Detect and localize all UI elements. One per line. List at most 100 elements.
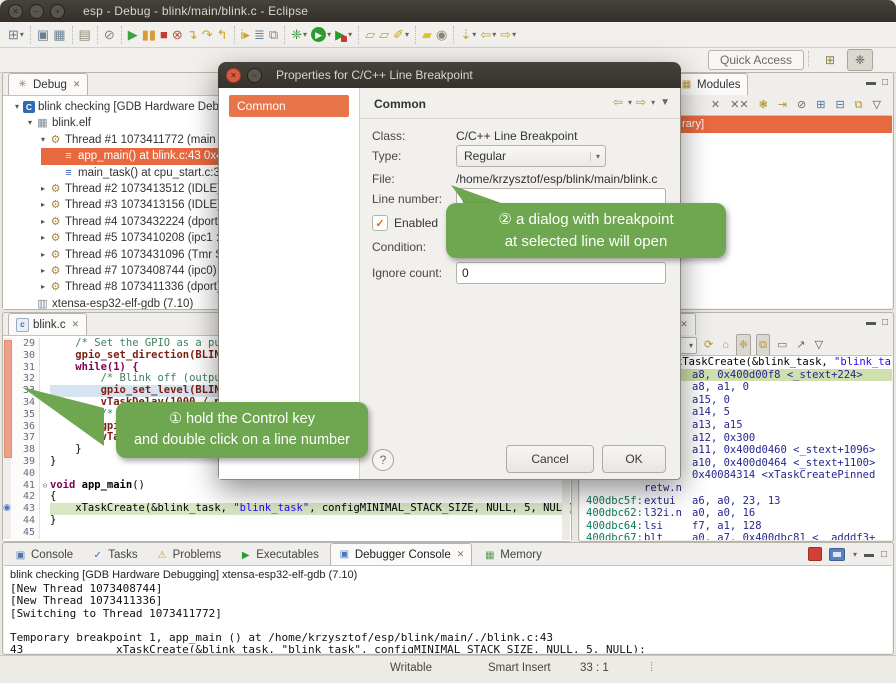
open-perspective-button[interactable]: ⊞ [818,50,842,70]
home-button[interactable]: ⌂ [720,335,731,355]
tab-console[interactable]: ▣Console [7,545,80,565]
terminate-button[interactable]: ■ [158,25,170,45]
tab-executables[interactable]: ▶Executables [232,545,326,565]
resume-button[interactable]: ▶ [126,25,140,45]
build-button[interactable]: ▤ [77,25,93,45]
modules-selected-row[interactable]: rary] [668,116,892,133]
tree-expand-icon[interactable]: ▸ [37,230,49,246]
debug-perspective-button[interactable]: ❈ [847,49,873,71]
trace-control-button[interactable]: ⧉ [267,25,280,45]
disassembly-row[interactable]: 400dbc62:l32i.na0, a0, 16 [580,507,892,520]
external-tools-button[interactable]: ▶▾ [333,25,354,45]
breakpoint-icon[interactable]: ◉ [3,502,11,513]
chevron-down-icon[interactable]: ▾ [689,341,693,350]
forward-button[interactable]: ⇨▾ [498,25,518,45]
view-menu-button[interactable]: ▽ [813,335,825,355]
minimize-icon[interactable]: ▬ [866,77,876,88]
ignore-count-input[interactable] [456,262,666,284]
chevron-down-icon[interactable]: ▾ [20,30,24,39]
view-menu-button[interactable]: ▽ [871,95,883,115]
instruction-stepping-button[interactable]: i▸ [239,25,252,45]
fold-collapse-icon[interactable]: ⊖ [40,480,50,492]
chevron-down-icon[interactable]: ▾ [628,98,632,107]
window-maximize-button[interactable]: + [50,4,65,19]
line-number[interactable]: 42 [11,491,40,503]
show-source-toggle[interactable]: ❈ [736,334,751,356]
tab-tasks[interactable]: ✓Tasks [84,545,144,565]
expand-all-button[interactable]: ⊞ [814,95,827,115]
tree-expand-icon[interactable]: ▾ [37,132,49,148]
step-over-button[interactable]: ↷ [200,25,215,45]
display-console-button[interactable] [829,548,845,561]
tab-problems[interactable]: ⚠Problems [149,545,229,565]
run-button[interactable]: ▶▾ [309,25,333,45]
link-with-debug-toggle[interactable]: ⧉ [853,95,865,115]
tree-expand-icon[interactable]: ▸ [37,197,49,213]
maximize-icon[interactable]: □ [882,77,888,88]
dialog-close-button[interactable]: ✕ [226,68,241,83]
tab-blink-c[interactable]: c blink.c ✕ [8,313,87,335]
collapse-all-button[interactable]: ⊟ [833,95,846,115]
type-select[interactable]: Regular ▾ [456,145,606,167]
chevron-down-icon[interactable]: ▾ [303,30,307,39]
step-into-button[interactable]: ↴ [185,25,200,45]
disassembly-row[interactable]: retw.n [580,482,892,495]
tree-expand-icon[interactable]: ▾ [11,99,23,115]
last-edit-location-button[interactable]: ⇣▾ [458,25,478,45]
tab-debug[interactable]: ✳ Debug ✕ [8,73,88,95]
line-number[interactable]: 41 [11,480,40,492]
help-button[interactable]: ? [372,449,394,471]
suspend-button[interactable]: ▮▮ [140,25,158,45]
skip-all-button[interactable]: ⊘ [795,95,808,115]
maximize-icon[interactable]: □ [882,317,888,328]
dialog-minimize-button[interactable]: – [247,68,262,83]
terminate-console-button[interactable] [808,547,822,561]
save-all-button[interactable]: ▦ [51,25,67,45]
debugger-console-output[interactable]: blink checking [GDB Hardware Debugging] … [4,565,892,653]
open-folder-button[interactable]: ▱ [377,25,391,45]
back-arrow-icon[interactable]: ⇦ [613,95,623,109]
occurrences-button[interactable]: ◉ [434,25,449,45]
disassembly-row[interactable]: 400dbc5f:extuia6, a0, 23, 13 [580,495,892,508]
disconnect-button[interactable]: ⊗ [170,25,185,45]
tree-expand-icon[interactable]: ▸ [37,279,49,295]
editor-line[interactable]: 44} [3,515,571,527]
chevron-down-icon[interactable]: ▾ [327,30,331,39]
line-number[interactable]: 30 [11,350,40,362]
open-project-button[interactable]: ▱ [363,25,377,45]
tree-expand-icon[interactable]: ▸ [37,214,49,230]
close-icon[interactable]: ✕ [73,79,81,90]
quick-access-box[interactable]: Quick Access [708,50,804,70]
refresh-button[interactable]: ⟳ [702,335,715,355]
editor-line[interactable]: 45 [3,527,571,539]
line-number[interactable]: 45 [11,527,40,539]
tab-modules[interactable]: ▦ Modules [672,73,748,95]
open-new-view-button[interactable]: ↗ [794,335,807,355]
window-minimize-button[interactable]: – [29,4,44,19]
save-button[interactable]: ▣ [35,25,51,45]
minimize-icon[interactable]: ▬ [864,549,874,560]
tree-expand-icon[interactable]: ▸ [37,181,49,197]
line-number[interactable]: 29 [11,338,40,350]
chevron-down-icon[interactable]: ▾ [651,98,655,107]
tree-expand-icon[interactable]: ▸ [37,263,49,279]
debug-button[interactable]: ❈▾ [289,25,309,45]
skip-all-breakpoints-button[interactable]: ⊘ [102,25,117,45]
chevron-down-icon[interactable]: ▾ [492,30,496,39]
tab-memory[interactable]: ▦Memory [476,545,549,565]
show-filter-button[interactable]: ❃ [757,95,770,115]
remove-all-button[interactable]: ✕✕ [728,95,750,115]
goto-file-button[interactable]: ⇥ [776,95,789,115]
highlight-button[interactable]: ▰ [420,25,434,45]
disassembly-row[interactable]: 400dbc64:lsif7, a1, 128 [580,520,892,533]
minimize-icon[interactable]: ▬ [866,317,876,328]
dialog-titlebar[interactable]: ✕ – Properties for C/C++ Line Breakpoint [218,62,681,88]
line-number[interactable]: 31 [11,362,40,374]
sync-selection-toggle[interactable]: ⧉ [756,334,770,356]
annotate-button[interactable]: ✐▾ [391,25,411,45]
new-wizard-button[interactable]: ⊞▾ [6,25,26,45]
disassembly-row[interactable]: 400dbc67:blta0, a7, 0x400dbc81 <__adddf3… [580,532,892,540]
close-icon[interactable]: ✕ [72,319,80,330]
sidebar-item-common[interactable]: Common [229,95,349,117]
enabled-checkbox[interactable]: ✓ [372,215,388,231]
